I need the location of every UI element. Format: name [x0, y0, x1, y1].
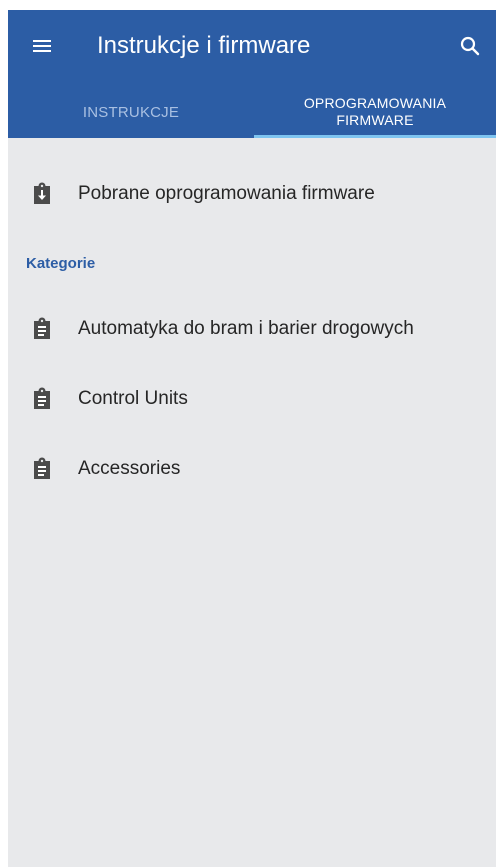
downloaded-firmware-item[interactable]: Pobrane oprogramowania firmware: [8, 166, 496, 222]
category-item[interactable]: Accessories: [8, 441, 496, 497]
category-item[interactable]: Automatyka do bram i barier drogowych: [8, 301, 496, 357]
clipboard-text-icon: [34, 317, 50, 339]
tab-firmware[interactable]: OPROGRAMOWANIA FIRMWARE: [254, 86, 496, 138]
selected-tab-indicator: [254, 135, 496, 138]
category-label: Control Units: [78, 388, 188, 409]
categories-header: Kategorie: [26, 255, 96, 272]
clipboard-text-icon: [34, 387, 50, 409]
app-bar: Instrukcje i firmware INSTRUKCJE OPROGRA…: [8, 10, 496, 138]
search-button[interactable]: [446, 22, 494, 70]
app-screen: Instrukcje i firmware INSTRUKCJE OPROGRA…: [8, 10, 496, 867]
hamburger-menu-icon: [33, 40, 51, 52]
tab-instrukcje-label: INSTRUKCJE: [82, 103, 180, 121]
tab-bar: INSTRUKCJE OPROGRAMOWANIA FIRMWARE: [8, 86, 496, 138]
tab-firmware-label: OPROGRAMOWANIA FIRMWARE: [303, 95, 447, 128]
clipboard-download-icon: [34, 182, 50, 204]
page-title: Instrukcje i firmware: [97, 32, 311, 59]
tab-instrukcje[interactable]: INSTRUKCJE: [8, 86, 254, 138]
menu-button[interactable]: [18, 22, 66, 70]
downloaded-firmware-label: Pobrane oprogramowania firmware: [78, 183, 375, 204]
category-item[interactable]: Control Units: [8, 371, 496, 427]
search-icon: [460, 36, 480, 56]
category-label: Accessories: [78, 458, 181, 479]
clipboard-text-icon: [34, 457, 50, 479]
category-label: Automatyka do bram i barier drogowych: [78, 318, 414, 339]
